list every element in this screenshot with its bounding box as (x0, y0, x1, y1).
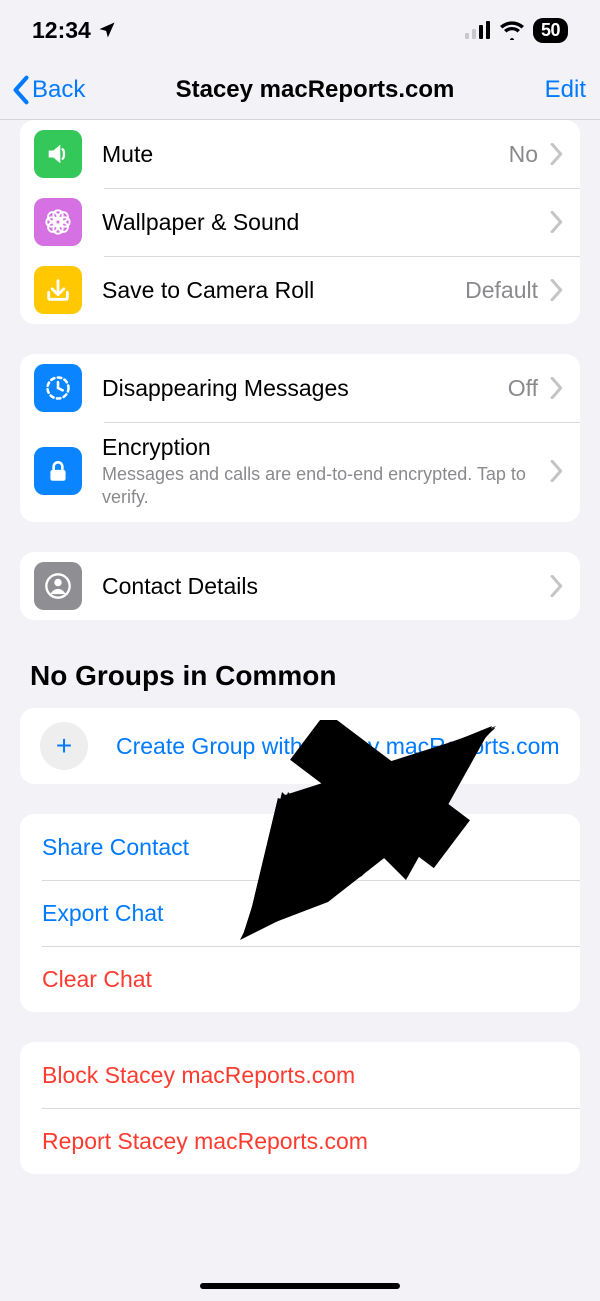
encryption-sub: Messages and calls are end-to-end encryp… (102, 463, 538, 508)
create-group-row[interactable]: + Create Group with Stacey macReports.co… (20, 708, 580, 784)
contact-details-label: Contact Details (102, 573, 538, 600)
block-row[interactable]: Block Stacey macReports.com (20, 1042, 580, 1108)
person-icon (34, 562, 82, 610)
mute-value: No (509, 141, 538, 168)
camera-roll-value: Default (465, 277, 538, 304)
wallpaper-label: Wallpaper & Sound (102, 209, 538, 236)
groups-header: No Groups in Common (30, 660, 580, 692)
back-label: Back (32, 76, 85, 104)
chevron-right-icon (550, 460, 564, 482)
download-icon (34, 266, 82, 314)
chevron-right-icon (550, 575, 564, 597)
chevron-right-icon (550, 279, 564, 301)
status-bar: 12:34 50 (0, 0, 600, 60)
block-label: Block Stacey macReports.com (42, 1062, 355, 1089)
report-label: Report Stacey macReports.com (42, 1128, 368, 1155)
settings-group-2: Disappearing Messages Off Encryption Mes… (20, 354, 580, 522)
settings-group-1: Mute No Wallpaper & Sound Save to Camera… (20, 120, 580, 324)
timer-icon (34, 364, 82, 412)
chevron-right-icon (550, 377, 564, 399)
encryption-row[interactable]: Encryption Messages and calls are end-to… (20, 422, 580, 522)
location-icon (97, 20, 117, 40)
wifi-icon (499, 20, 525, 40)
clear-chat-label: Clear Chat (42, 966, 152, 993)
mute-label: Mute (102, 141, 499, 168)
mute-row[interactable]: Mute No (20, 120, 580, 188)
camera-roll-row[interactable]: Save to Camera Roll Default (20, 256, 580, 324)
chat-actions-group: Share Contact Export Chat Clear Chat (20, 814, 580, 1012)
disappearing-label: Disappearing Messages (102, 375, 498, 402)
create-group-label: Create Group with Stacey macReports.com (116, 732, 560, 761)
encryption-label: Encryption (102, 434, 538, 461)
report-row[interactable]: Report Stacey macReports.com (20, 1108, 580, 1174)
create-group-card: + Create Group with Stacey macReports.co… (20, 708, 580, 784)
block-report-group: Block Stacey macReports.com Report Stace… (20, 1042, 580, 1174)
edit-button[interactable]: Edit (545, 76, 586, 104)
status-left: 12:34 (32, 17, 117, 44)
back-button[interactable]: Back (10, 75, 85, 105)
battery-indicator: 50 (533, 18, 568, 43)
clear-chat-row[interactable]: Clear Chat (20, 946, 580, 1012)
lock-icon (34, 447, 82, 495)
nav-bar: Back Stacey macReports.com Edit (0, 60, 600, 120)
export-chat-label: Export Chat (42, 900, 163, 927)
contact-details-row[interactable]: Contact Details (20, 552, 580, 620)
status-right: 50 (465, 18, 568, 43)
disappearing-row[interactable]: Disappearing Messages Off (20, 354, 580, 422)
status-time: 12:34 (32, 17, 91, 44)
home-indicator (200, 1283, 400, 1289)
share-contact-row[interactable]: Share Contact (20, 814, 580, 880)
page-title: Stacey macReports.com (176, 76, 455, 104)
chevron-right-icon (550, 211, 564, 233)
speaker-icon (34, 130, 82, 178)
plus-icon: + (40, 722, 88, 770)
export-chat-row[interactable]: Export Chat (20, 880, 580, 946)
share-contact-label: Share Contact (42, 834, 189, 861)
disappearing-value: Off (508, 375, 538, 402)
wallpaper-icon (34, 198, 82, 246)
wallpaper-row[interactable]: Wallpaper & Sound (20, 188, 580, 256)
chevron-right-icon (550, 143, 564, 165)
cellular-icon (465, 21, 491, 39)
camera-roll-label: Save to Camera Roll (102, 277, 455, 304)
settings-group-3: Contact Details (20, 552, 580, 620)
